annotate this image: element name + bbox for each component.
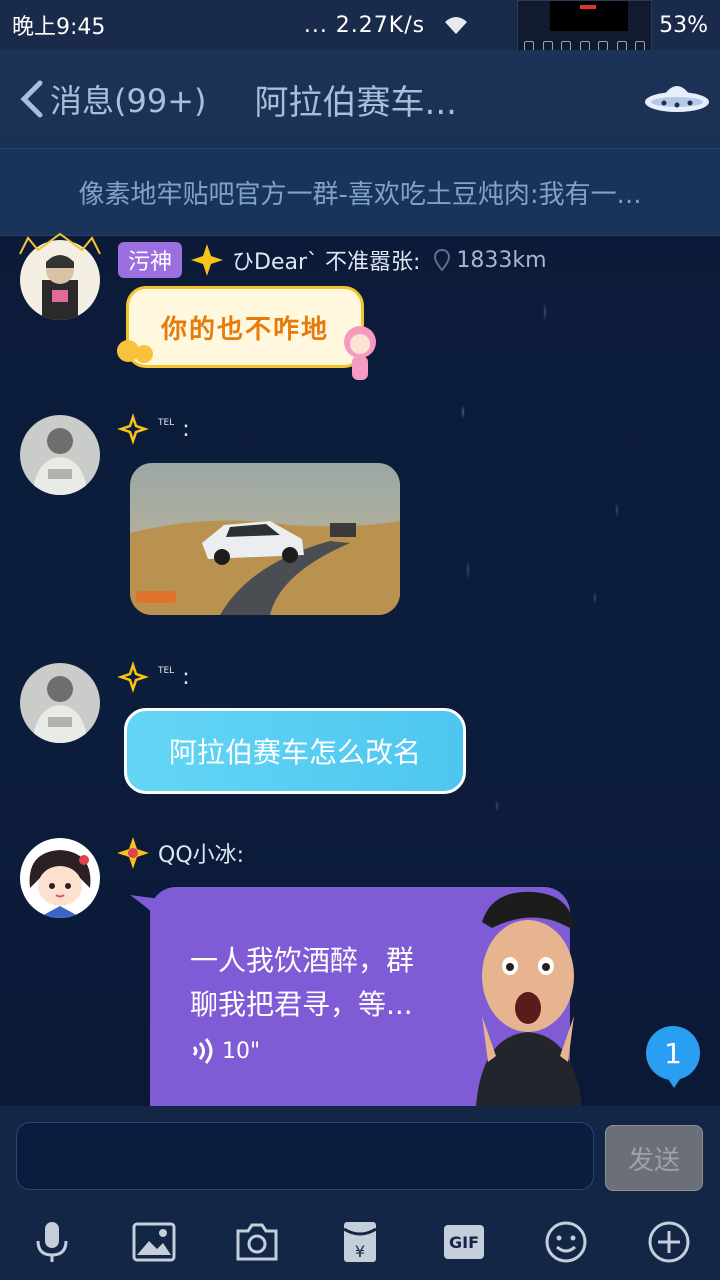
svg-text:¥: ¥ [355, 1242, 365, 1261]
diamond-star-icon [117, 837, 149, 869]
new-message-badge[interactable]: 1 [646, 1026, 700, 1088]
send-label: 发送 [627, 1145, 680, 1176]
camera-button[interactable] [233, 1218, 281, 1266]
car-photo [130, 463, 400, 615]
nav-bar: 消息(99+) 阿拉伯赛车... [0, 50, 720, 148]
microphone-icon [36, 1222, 68, 1262]
red-packet-icon: ¥ [343, 1222, 377, 1262]
camera-icon [236, 1223, 278, 1261]
gif-button[interactable]: GIF [440, 1218, 488, 1266]
avatar-image [20, 415, 100, 495]
sender-line: TEL : [116, 660, 190, 694]
location-pin-icon [434, 249, 451, 271]
gif-label: GIF [448, 1232, 479, 1252]
more-button[interactable] [645, 1218, 693, 1266]
sender-tag[interactable]: TEL [158, 418, 174, 428]
image-icon [132, 1222, 176, 1262]
avatar-image [20, 838, 100, 918]
group-notice-bar[interactable]: 像素地牢贴吧官方一群-喜欢吃土豆炖肉:我有一... [0, 148, 720, 236]
sender-line: TEL : [116, 412, 190, 446]
distance-text: 1833km [456, 247, 547, 273]
face-sticker [476, 891, 582, 1106]
bubble-emoji-icon [117, 340, 153, 363]
avatar-image [20, 663, 100, 743]
send-button[interactable]: 发送 [605, 1125, 703, 1191]
sticker-bubble[interactable]: 你的也不咋地 [126, 286, 364, 368]
battery-percent: 53% [659, 12, 708, 38]
wifi-icon [445, 17, 468, 34]
image-button[interactable] [130, 1218, 178, 1266]
avatar[interactable] [20, 838, 100, 918]
ufo-icon[interactable] [642, 72, 712, 122]
smiley-icon [545, 1221, 587, 1263]
diamond-star-icon [117, 661, 149, 693]
sound-wave-icon [192, 1038, 213, 1064]
sender-line: QQ小冰: [116, 836, 244, 870]
sticker-text: 你的也不咋地 [160, 314, 329, 345]
sender-tag[interactable]: TEL [158, 666, 174, 676]
sender-line: 污神 ひDear` 不准嚣张: 1833km [118, 242, 547, 278]
sender-name[interactable]: QQ小冰: [158, 837, 244, 869]
distance: 1833km [434, 247, 547, 273]
back-label: 消息(99+) [50, 82, 207, 120]
avatar[interactable] [20, 663, 100, 743]
sender-colon: : [182, 664, 190, 690]
status-time: 晚上9:45 [12, 15, 106, 40]
back-button[interactable]: 消息(99+) [18, 76, 207, 122]
sender-colon: : [182, 416, 190, 442]
sender-name[interactable]: ひDear` 不准嚣张: [232, 244, 420, 276]
preview-screen [550, 1, 628, 31]
crown-decoration-icon [19, 232, 101, 255]
message-input[interactable] [16, 1122, 594, 1190]
avatar[interactable] [20, 415, 100, 495]
red-packet-button[interactable]: ¥ [336, 1218, 384, 1266]
text-message-bubble[interactable]: 阿拉伯赛车怎么改名 [124, 708, 466, 794]
input-toolbar: ¥ GIF [0, 1206, 720, 1280]
network-speed: ... 2.27K/s [303, 12, 426, 38]
message-text: 阿拉伯赛车怎么改名 [168, 736, 421, 769]
plus-circle-icon [648, 1221, 690, 1263]
chevron-left-icon [20, 80, 43, 118]
unread-count: 1 [664, 1036, 682, 1070]
emoji-button[interactable] [542, 1218, 590, 1266]
notice-text: 像素地牢贴吧官方一群-喜欢吃土豆炖肉:我有一... [78, 179, 642, 210]
voice-button[interactable] [28, 1218, 76, 1266]
voice-duration: 10" [222, 1038, 261, 1064]
title-badge: 污神 [118, 242, 183, 278]
image-message[interactable] [130, 463, 400, 615]
bubble-character-icon [344, 326, 376, 380]
diamond-star-icon [117, 413, 149, 445]
page-title[interactable]: 阿拉伯赛车... [255, 75, 457, 124]
diamond-star-icon [191, 244, 224, 276]
input-area: 发送 ¥ GIF [0, 1106, 720, 1280]
